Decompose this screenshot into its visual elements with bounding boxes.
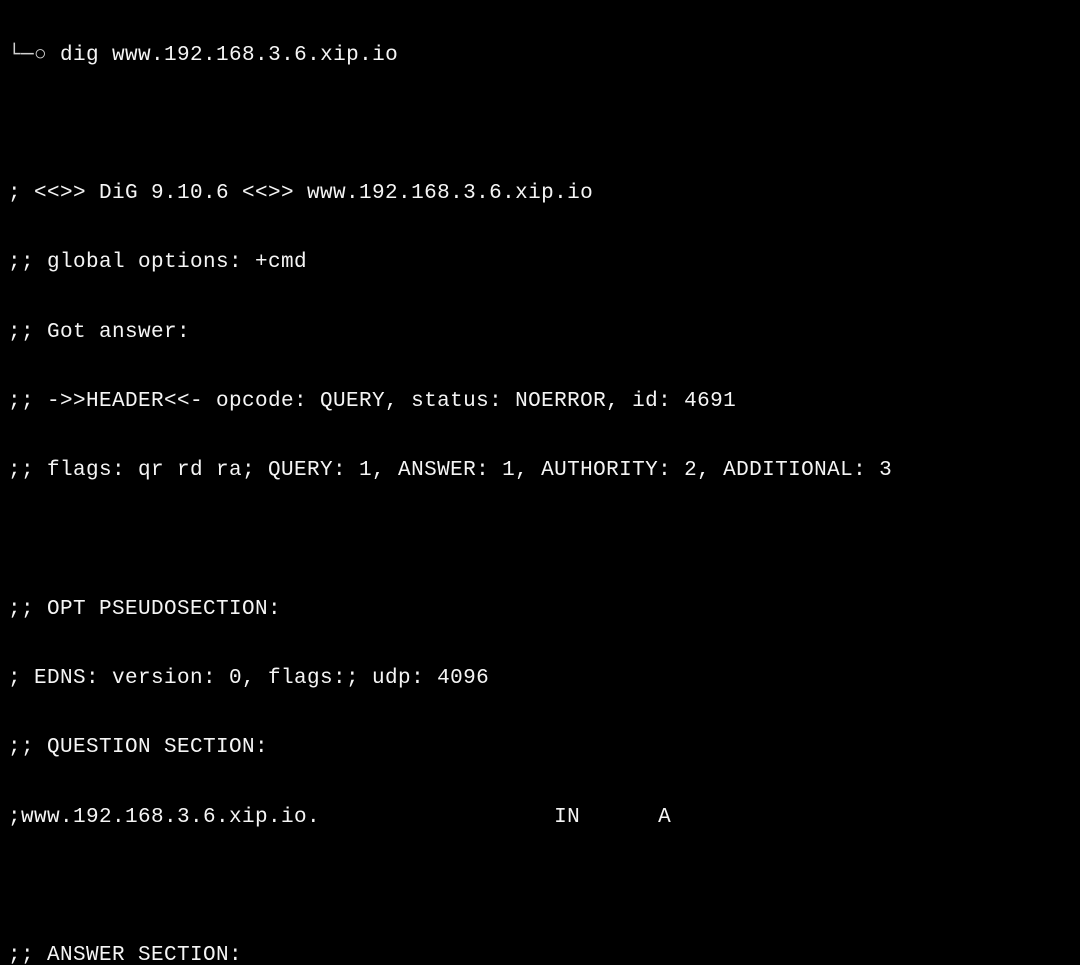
question-section-title: ;; QUESTION SECTION: <box>8 731 1072 766</box>
edns-line: ; EDNS: version: 0, flags:; udp: 4096 <box>8 662 1072 697</box>
prompt-glyph: └─○ <box>8 39 47 74</box>
question-type: A <box>658 806 671 829</box>
got-answer: ;; Got answer: <box>8 316 1072 351</box>
answer-section-title: ;; ANSWER SECTION: <box>8 939 1072 965</box>
prompt-line[interactable]: └─○ dig www.192.168.3.6.xip.io <box>8 39 1072 74</box>
global-options: ;; global options: +cmd <box>8 246 1072 281</box>
header-line: ;; ->>HEADER<<- opcode: QUERY, status: N… <box>8 385 1072 420</box>
command-text: dig www.192.168.3.6.xip.io <box>60 44 398 67</box>
opt-section-title: ;; OPT PSEUDOSECTION: <box>8 593 1072 628</box>
question-class: IN <box>554 806 580 829</box>
terminal-output: └─○ dig www.192.168.3.6.xip.io ; <<>> Di… <box>0 0 1080 965</box>
flags-line: ;; flags: qr rd ra; QUERY: 1, ANSWER: 1,… <box>8 454 1072 489</box>
dig-banner: ; <<>> DiG 9.10.6 <<>> www.192.168.3.6.x… <box>8 177 1072 212</box>
question-row: ;www.192.168.3.6.xip.io. IN A <box>8 801 1072 836</box>
question-name: ;www.192.168.3.6.xip.io. <box>8 806 320 829</box>
